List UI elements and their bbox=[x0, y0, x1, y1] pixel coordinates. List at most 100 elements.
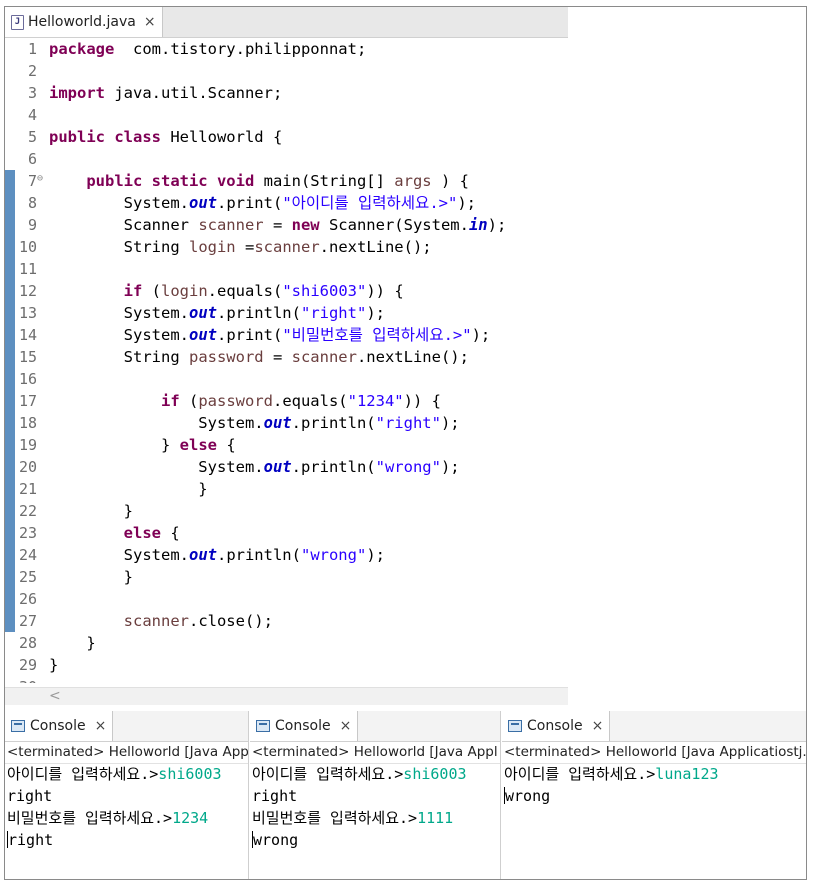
code-line[interactable]: 18 System.out.println("right"); bbox=[5, 412, 568, 434]
code-token: scanner bbox=[254, 238, 320, 256]
code-token: if bbox=[160, 392, 180, 410]
code-token: Scanner bbox=[49, 216, 199, 234]
code-token: } bbox=[49, 436, 180, 454]
console-output-line: right bbox=[252, 785, 500, 807]
code-token: "아이디를 입력하세요.>" bbox=[282, 194, 458, 212]
code-line[interactable]: 5 public class Helloworld { bbox=[5, 126, 568, 148]
code-line[interactable]: 20 System.out.println("wrong"); bbox=[5, 456, 568, 478]
code-token: ); bbox=[366, 304, 385, 322]
code-token: String bbox=[49, 238, 189, 256]
user-input-text: shi6003 bbox=[158, 765, 222, 783]
code-text: } bbox=[49, 478, 207, 500]
code-line[interactable]: 12 if (login.equals("shi6003")) { bbox=[5, 280, 568, 302]
code-text: } bbox=[49, 500, 133, 522]
close-icon[interactable]: × bbox=[144, 14, 156, 30]
code-text: public class Helloworld { bbox=[49, 126, 282, 148]
close-icon[interactable]: × bbox=[95, 718, 107, 734]
code-token: login bbox=[188, 238, 236, 256]
ide-window: J Helloworld.java × 1 package com.tistory… bbox=[4, 6, 807, 880]
code-token: .equals( bbox=[207, 282, 283, 300]
console-output[interactable]: 아이디를 입력하세요.>luna123 wrong bbox=[504, 763, 806, 807]
code-token: if bbox=[123, 282, 143, 300]
editor-tab-helloworld[interactable]: J Helloworld.java × bbox=[5, 7, 163, 37]
code-editor[interactable]: 1 package com.tistory.philipponnat; 2 3 impo… bbox=[5, 38, 568, 683]
line-number: 6 bbox=[27, 150, 37, 168]
code-line[interactable]: 30 bbox=[5, 676, 568, 683]
console-tab[interactable]: Console × bbox=[502, 711, 611, 741]
console-output[interactable]: 아이디를 입력하세요.>shi6003 right 비밀번호를 입력하세요.>123… bbox=[7, 763, 248, 851]
code-token: out bbox=[188, 546, 217, 564]
code-line[interactable]: 4 bbox=[5, 104, 568, 126]
code-line[interactable]: 6 bbox=[5, 148, 568, 170]
code-token: password bbox=[198, 392, 273, 410]
output-text: 비밀번호를 입력하세요.> bbox=[252, 809, 418, 827]
code-token: System. bbox=[49, 546, 189, 564]
code-line[interactable]: 3 import java.util.Scanner; bbox=[5, 82, 568, 104]
output-text: 아이디를 입력하세요.> bbox=[7, 765, 159, 783]
code-line[interactable]: 24 System.out.println("wrong"); bbox=[5, 544, 568, 566]
code-line[interactable]: 8 System.out.print("아이디를 입력하세요.>"); bbox=[5, 192, 568, 214]
console-tab[interactable]: Console × bbox=[250, 711, 359, 741]
code-token: in bbox=[468, 216, 488, 234]
code-token: Scanner(System. bbox=[319, 216, 469, 234]
line-number: 5 bbox=[27, 128, 37, 146]
code-line[interactable]: 14 System.out.print("비밀번호를 입력하세요.>"); bbox=[5, 324, 568, 346]
fold-collapse-icon[interactable]: ⊖ bbox=[37, 168, 43, 190]
code-token: "비밀번호를 입력하세요.>" bbox=[282, 326, 472, 344]
code-token: } bbox=[49, 568, 133, 586]
code-token: out bbox=[188, 304, 217, 322]
code-token: ( bbox=[142, 282, 161, 300]
code-line[interactable]: 1 package com.tistory.philipponnat; bbox=[5, 38, 568, 60]
code-text: } else { bbox=[49, 434, 236, 456]
code-line[interactable]: 13 System.out.println("right"); bbox=[5, 302, 568, 324]
code-line[interactable]: 9 Scanner scanner = new Scanner(System.i… bbox=[5, 214, 568, 236]
code-line[interactable]: 27 scanner.close(); bbox=[5, 610, 568, 632]
line-number: 22 bbox=[18, 502, 37, 520]
code-text: String password = scanner.nextLine(); bbox=[49, 346, 469, 368]
console-output-line: 아이디를 입력하세요.>shi6003 bbox=[252, 763, 500, 785]
code-line[interactable]: 28 } bbox=[5, 632, 568, 654]
line-number: 18 bbox=[18, 414, 37, 432]
user-input-text: 1111 bbox=[417, 809, 454, 827]
close-icon[interactable]: × bbox=[592, 718, 604, 734]
code-line[interactable]: 10 String login =scanner.nextLine(); bbox=[5, 236, 568, 258]
code-line[interactable]: 22 } bbox=[5, 500, 568, 522]
code-text: else { bbox=[49, 522, 180, 544]
code-line[interactable]: 26 bbox=[5, 588, 568, 610]
panel-divider[interactable] bbox=[248, 711, 249, 879]
code-line[interactable]: 25 } bbox=[5, 566, 568, 588]
code-line[interactable]: 15 String password = scanner.nextLine(); bbox=[5, 346, 568, 368]
line-number: 19 bbox=[18, 436, 37, 454]
scroll-left-icon[interactable]: < bbox=[49, 688, 61, 705]
output-text: 비밀번호를 입력하세요.> bbox=[7, 809, 173, 827]
code-line[interactable]: 2 bbox=[5, 60, 568, 82]
console-output-line: wrong bbox=[504, 785, 806, 807]
line-number: 30 bbox=[15, 676, 37, 683]
editor-horizontal-scrollbar[interactable]: < bbox=[5, 687, 568, 705]
code-line[interactable]: 17 if (password.equals("1234")) { bbox=[5, 390, 568, 412]
code-line[interactable]: 29} bbox=[5, 654, 568, 676]
code-token: .println( bbox=[291, 458, 376, 476]
code-token: System. bbox=[49, 194, 189, 212]
console-output[interactable]: 아이디를 입력하세요.>shi6003 right 비밀번호를 입력하세요.>111… bbox=[252, 763, 500, 851]
code-text: if (login.equals("shi6003")) { bbox=[49, 280, 404, 302]
java-file-icon: J bbox=[11, 14, 24, 30]
code-token: "shi6003" bbox=[282, 282, 367, 300]
code-text: } bbox=[49, 654, 58, 676]
console-tab[interactable]: Console × bbox=[5, 711, 114, 741]
code-token: package bbox=[49, 40, 115, 58]
panel-divider[interactable] bbox=[500, 711, 501, 879]
console-output-line: 아이디를 입력하세요.>luna123 bbox=[504, 763, 806, 785]
code-line[interactable]: 11 bbox=[5, 258, 568, 280]
code-line[interactable]: 19 } else { bbox=[5, 434, 568, 456]
code-line[interactable]: 21 } bbox=[5, 478, 568, 500]
close-icon[interactable]: × bbox=[340, 718, 352, 734]
code-line[interactable]: 16 bbox=[5, 368, 568, 390]
output-text: right bbox=[8, 831, 54, 849]
code-line[interactable]: 23 else { bbox=[5, 522, 568, 544]
code-line[interactable]: 7 ⊖ public static void main(String[] args… bbox=[5, 170, 568, 192]
